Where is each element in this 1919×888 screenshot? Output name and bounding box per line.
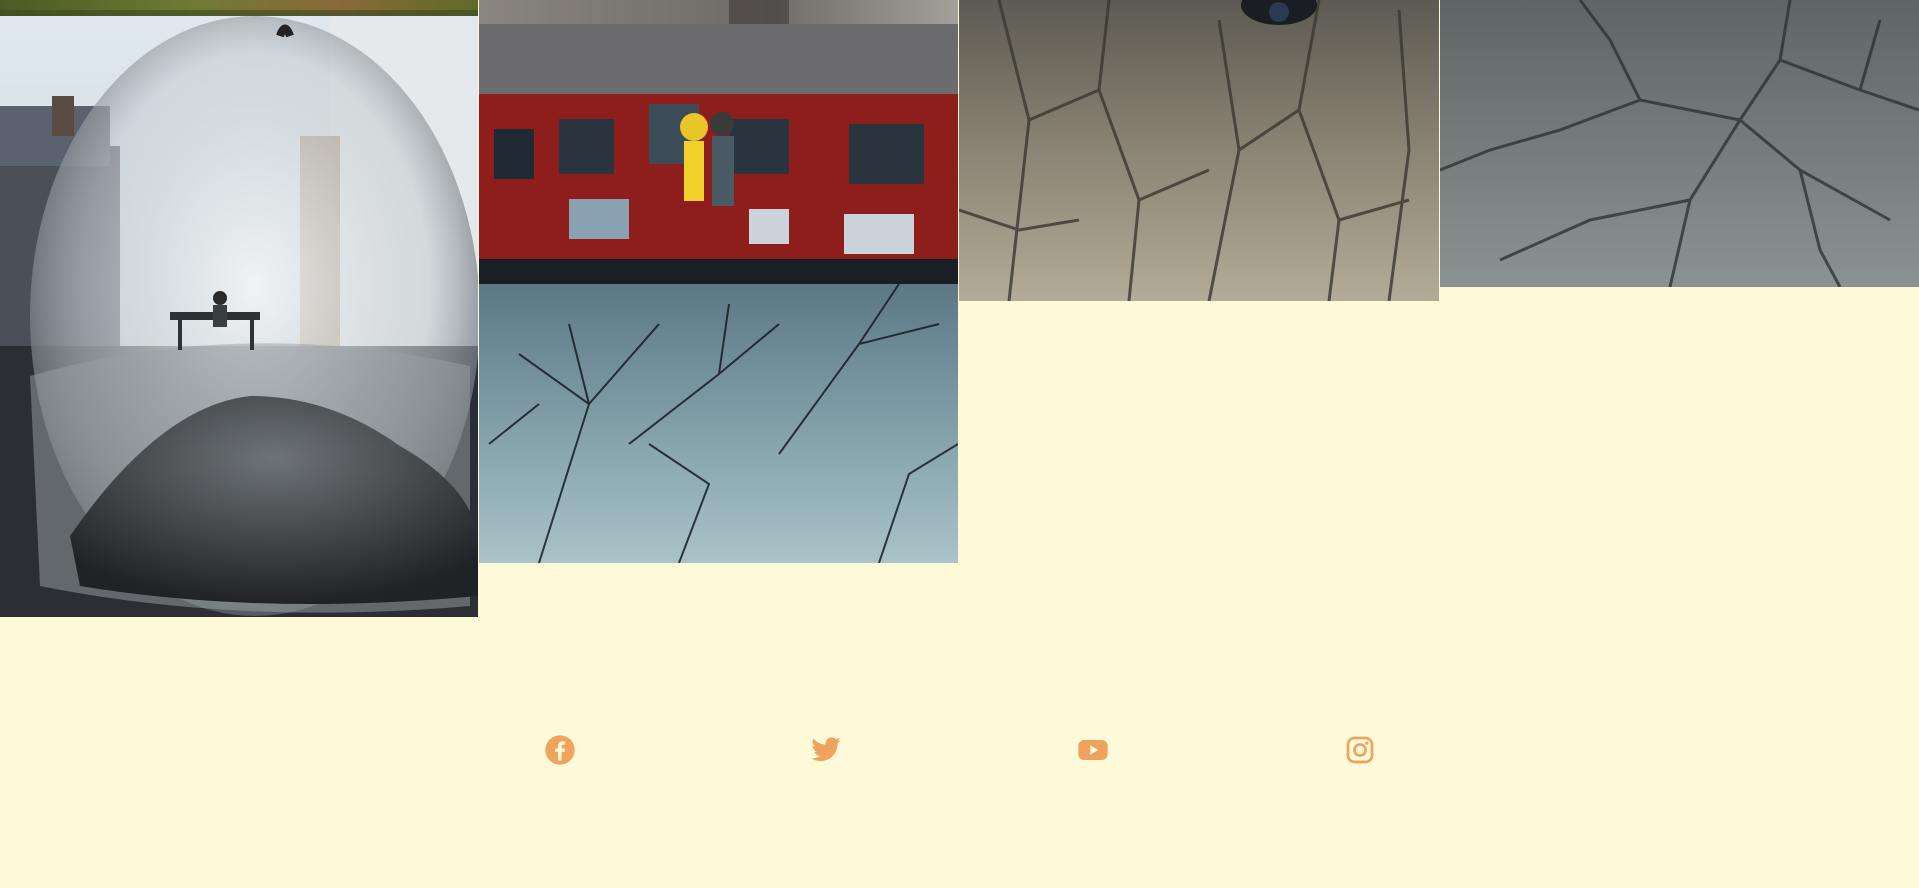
page: [0, 0, 1919, 888]
twitter-icon: [811, 737, 841, 762]
youtube-icon: [1078, 740, 1108, 760]
gallery-photo-hourglass[interactable]: [0, 16, 478, 617]
tree-bark-image: [959, 0, 1439, 301]
gallery-photo-couple-reflection[interactable]: [479, 24, 958, 563]
grass-image: [0, 0, 478, 16]
instagram-icon: [1346, 736, 1374, 764]
hourglass-image: [0, 16, 478, 617]
photo-gallery: [0, 0, 1919, 620]
twitter-link[interactable]: [806, 730, 846, 770]
branches-image: [1440, 0, 1919, 287]
gallery-photo-grass[interactable]: [0, 0, 478, 16]
instagram-link[interactable]: [1340, 730, 1380, 770]
gallery-photo-stone[interactable]: [479, 0, 958, 24]
facebook-icon: [545, 735, 575, 765]
couple-reflection-image: [479, 24, 958, 563]
facebook-link[interactable]: [540, 730, 580, 770]
stone-image: [479, 0, 958, 24]
social-links: [0, 730, 1919, 770]
gallery-photo-tree-bark[interactable]: [959, 0, 1439, 301]
gallery-photo-branches[interactable]: [1440, 0, 1919, 287]
youtube-link[interactable]: [1073, 730, 1113, 770]
